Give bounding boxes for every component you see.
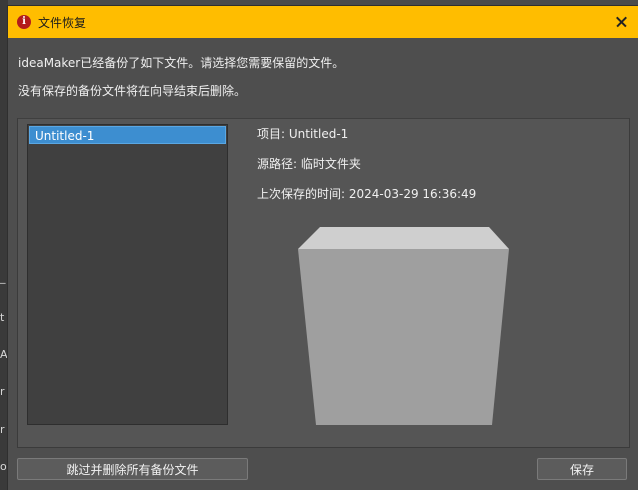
save-button[interactable]: 保存 [537, 458, 627, 480]
skip-delete-all-button[interactable]: 跳过并删除所有备份文件 [17, 458, 248, 480]
error-info-icon: i [17, 15, 31, 29]
background-window-edge: _ t A r r o [0, 0, 8, 490]
source-path-label: 源路径: 临时文件夹 [257, 157, 361, 171]
recovery-panel: Untitled-1 项目: Untitled-1 源路径: 临时文件夹 上次保… [17, 118, 630, 448]
title-bar[interactable]: i 文件恢复 [8, 6, 638, 38]
list-item-untitled-1[interactable]: Untitled-1 [29, 126, 226, 144]
background-glyph: r [0, 386, 5, 398]
close-button[interactable] [604, 6, 638, 38]
file-recovery-dialog: i 文件恢复 ideaMaker已经备份了如下文件。请选择您需要保留的文件。 没… [8, 6, 638, 490]
background-glyph: A [0, 349, 8, 361]
message-line-2: 没有保存的备份文件将在向导结束后删除。 [18, 84, 247, 98]
background-glyph: o [0, 461, 7, 473]
background-glyph: r [0, 424, 5, 436]
last-saved-time-label: 上次保存的时间: 2024-03-29 16:36:49 [257, 187, 477, 201]
dialog-title: 文件恢复 [38, 16, 87, 30]
model-preview [298, 227, 509, 425]
message-line-1: ideaMaker已经备份了如下文件。请选择您需要保留的文件。 [18, 56, 345, 70]
backup-file-list[interactable]: Untitled-1 [27, 124, 228, 425]
project-name-label: 项目: Untitled-1 [257, 127, 349, 141]
cube-front-face [298, 249, 509, 425]
cube-top-face [298, 227, 509, 249]
background-glyph: t [0, 312, 5, 324]
background-glyph: _ [0, 272, 6, 284]
